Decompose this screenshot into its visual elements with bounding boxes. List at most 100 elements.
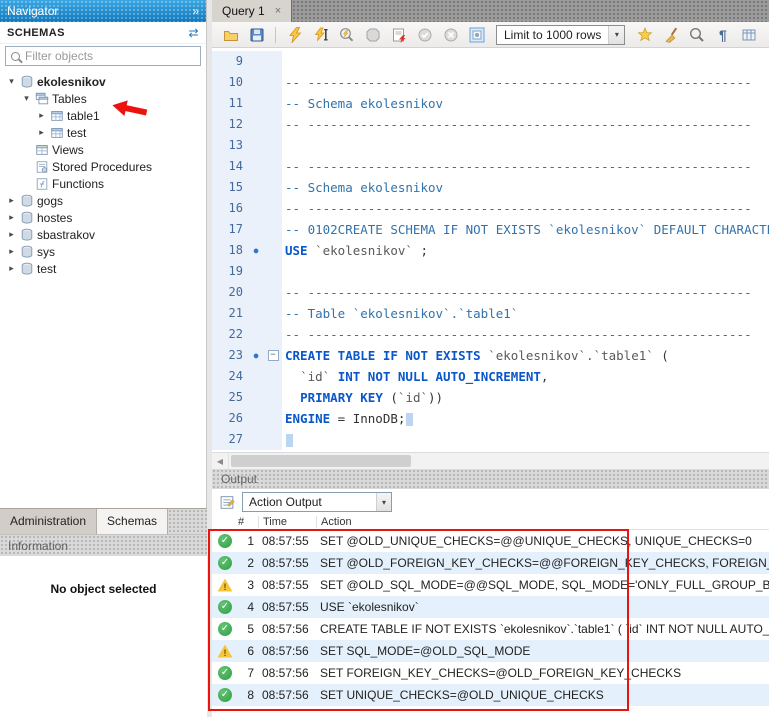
tables-icon [35, 92, 49, 106]
line-number: 21 [212, 303, 248, 324]
tab-administration[interactable]: Administration [0, 509, 97, 534]
editor-line: 13 [212, 135, 769, 156]
save-script-button[interactable] [246, 24, 267, 45]
sql-editor[interactable]: 9 10-- ---------------------------------… [212, 48, 769, 452]
table-icon [50, 126, 64, 140]
tree-item-hostes[interactable]: ▸ hostes [0, 209, 206, 226]
refresh-schemas-icon[interactable]: ⇄ [189, 26, 199, 40]
output-row[interactable]: ✓ 7 08:57:56 SET FOREIGN_KEY_CHECKS=@OLD… [212, 662, 769, 684]
rollback-button[interactable] [440, 24, 461, 45]
line-number: 12 [212, 114, 248, 135]
toggle-stop-on-error-button[interactable] [388, 24, 409, 45]
output-row[interactable]: ✓ 8 08:57:56 SET UNIQUE_CHECKS=@OLD_UNIQ… [212, 684, 769, 706]
success-icon: ✓ [218, 534, 232, 548]
line-number: 24 [212, 366, 248, 387]
editor-line: 25 PRIMARY KEY (`id`)) [212, 387, 769, 408]
output-view-selector[interactable]: Action Output ▾ [242, 492, 392, 512]
expand-arrow-icon[interactable]: ▸ [36, 110, 47, 121]
editor-horizontal-scrollbar[interactable]: ◀ [212, 452, 769, 469]
schema-icon [20, 75, 34, 89]
expand-arrow-icon[interactable]: ▸ [6, 246, 17, 257]
execute-statement-button[interactable] [310, 24, 331, 45]
close-tab-icon[interactable]: × [275, 5, 281, 17]
schema-icon [20, 211, 34, 225]
expand-arrow-icon[interactable]: ▸ [6, 229, 17, 240]
editor-line: 18●USE `ekolesnikov` ; [212, 240, 769, 261]
tree-item-sys[interactable]: ▸ sys [0, 243, 206, 260]
information-section-header[interactable]: Information [0, 534, 207, 556]
tab-query-1[interactable]: Query 1 × [212, 0, 292, 22]
tree-item-functions[interactable]: Functions [0, 175, 206, 192]
find-panel-button[interactable] [686, 24, 707, 45]
explain-plan-button[interactable] [336, 24, 357, 45]
tree-item-sbastrakov[interactable]: ▸ sbastrakov [0, 226, 206, 243]
tree-item-test-schema[interactable]: ▸ test [0, 260, 206, 277]
tree-item-gogs[interactable]: ▸ gogs [0, 192, 206, 209]
success-icon: ✓ [218, 556, 232, 570]
expand-arrow-icon[interactable]: ▸ [6, 212, 17, 223]
line-number: 20 [212, 282, 248, 303]
beautify-script-button[interactable] [634, 24, 655, 45]
query-tab-label: Query 1 [222, 4, 265, 18]
output-section-header[interactable]: Output [212, 469, 769, 489]
scrollbar-thumb[interactable] [231, 455, 411, 467]
success-icon: ✓ [218, 622, 232, 636]
navigator-title: Navigator [7, 4, 58, 18]
code-fold-icon[interactable]: − [268, 350, 279, 361]
toggle-limit-button[interactable] [466, 24, 487, 45]
expand-arrow-icon[interactable]: ▾ [21, 93, 32, 104]
tree-item-test-table[interactable]: ▸ test [0, 124, 206, 141]
tree-item-views[interactable]: Views [0, 141, 206, 158]
line-number: 23 [212, 345, 248, 366]
scroll-left-icon[interactable]: ◀ [212, 453, 229, 469]
output-row[interactable]: ! 3 08:57:55 SET @OLD_SQL_MODE=@@SQL_MOD… [212, 574, 769, 596]
output-row[interactable]: ! 6 08:57:56 SET SQL_MODE=@OLD_SQL_MODE [212, 640, 769, 662]
execute-script-button[interactable] [284, 24, 305, 45]
expand-arrow-icon[interactable]: ▸ [36, 127, 47, 138]
navigator-panel: Navigator » SCHEMAS ⇄ ▾ ekolesnikov ▾ [0, 0, 207, 717]
tree-item-stored-procedures[interactable]: Stored Procedures [0, 158, 206, 175]
stop-execution-button[interactable] [362, 24, 383, 45]
jump-to-list-button[interactable] [738, 24, 759, 45]
editor-line: 24 `id` INT NOT NULL AUTO_INCREMENT, [212, 366, 769, 387]
output-row[interactable]: ✓ 4 08:57:55 USE `ekolesnikov` [212, 596, 769, 618]
tree-item-table1[interactable]: ▸ table1 [0, 107, 206, 124]
line-number: 25 [212, 387, 248, 408]
success-icon: ✓ [218, 600, 232, 614]
chevron-down-icon[interactable]: ▾ [608, 26, 624, 44]
filter-objects-input[interactable] [25, 49, 185, 63]
chevron-down-icon[interactable]: ▾ [376, 493, 391, 511]
invisible-characters-button[interactable]: ¶ [712, 24, 733, 45]
output-row[interactable]: ✓ 2 08:57:55 SET @OLD_FOREIGN_KEY_CHECKS… [212, 552, 769, 574]
clear-query-button[interactable] [660, 24, 681, 45]
expand-arrow-icon[interactable]: ▸ [6, 195, 17, 206]
schema-tree: ▾ ekolesnikov ▾ Tables ▸ table1 ▸ test [0, 70, 206, 508]
open-script-button[interactable] [220, 24, 241, 45]
limit-rows-dropdown[interactable]: Limit to 1000 rows ▾ [496, 25, 625, 45]
schemas-section-header: SCHEMAS ⇄ [0, 22, 206, 44]
functions-icon [35, 177, 49, 191]
editor-line: 21-- Table `ekolesnikov`.`table1` [212, 303, 769, 324]
column-header-action[interactable]: Action [316, 516, 769, 528]
expand-arrow-icon[interactable]: ▸ [6, 263, 17, 274]
schema-filter-box[interactable] [5, 46, 201, 66]
output-row[interactable]: ✓ 5 08:57:56 CREATE TABLE IF NOT EXISTS … [212, 618, 769, 640]
schema-filter-row [0, 44, 206, 70]
navigator-titlebar: Navigator » [0, 0, 206, 22]
query-toolbar: Limit to 1000 rows ▾ ¶ [212, 22, 769, 48]
output-view-value: Action Output [243, 495, 328, 509]
panel-chevrons-icon[interactable]: » [192, 4, 199, 18]
tree-item-tables[interactable]: ▾ Tables [0, 90, 206, 107]
tree-item-ekolesnikov[interactable]: ▾ ekolesnikov [0, 73, 206, 90]
warning-icon: ! [218, 645, 233, 658]
tab-schemas[interactable]: Schemas [97, 509, 168, 534]
column-header-time[interactable]: Time [258, 516, 316, 528]
commit-button[interactable] [414, 24, 435, 45]
output-row[interactable]: ✓ 1 08:57:55 SET @OLD_UNIQUE_CHECKS=@@UN… [212, 530, 769, 552]
editor-line: 14-- -----------------------------------… [212, 156, 769, 177]
expand-arrow-icon[interactable]: ▾ [6, 76, 17, 87]
views-icon [35, 143, 49, 157]
column-header-num[interactable]: # [238, 516, 258, 528]
limit-rows-value: Limit to 1000 rows [497, 28, 608, 42]
schema-icon [20, 194, 34, 208]
